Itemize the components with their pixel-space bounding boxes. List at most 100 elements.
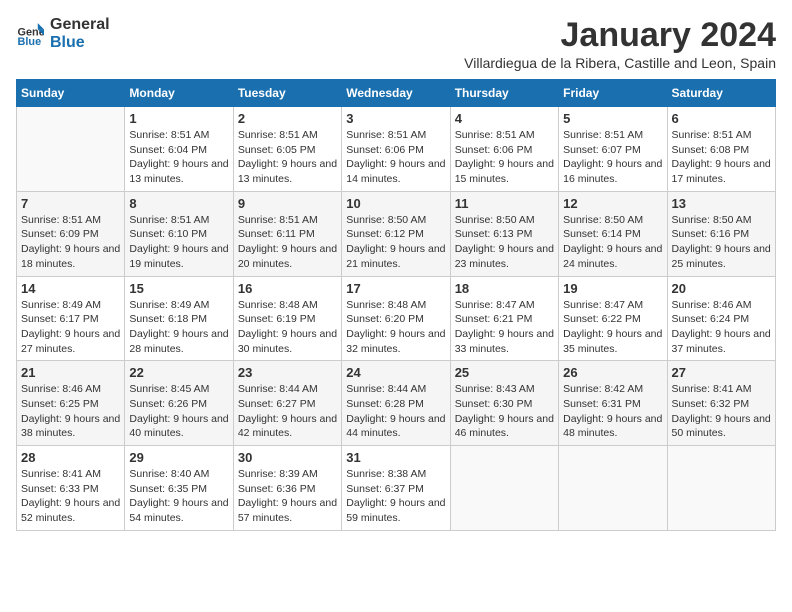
calendar-cell (17, 107, 125, 192)
day-number: 7 (21, 196, 120, 211)
day-info: Sunrise: 8:51 AMSunset: 6:06 PMDaylight:… (346, 128, 445, 187)
month-title: January 2024 (464, 16, 776, 55)
day-number: 8 (129, 196, 228, 211)
day-info: Sunrise: 8:50 AMSunset: 6:16 PMDaylight:… (672, 213, 771, 272)
calendar-cell: 11 Sunrise: 8:50 AMSunset: 6:13 PMDayligh… (450, 191, 558, 276)
calendar-cell: 22 Sunrise: 8:45 AMSunset: 6:26 PMDayligh… (125, 361, 233, 446)
day-number: 3 (346, 111, 445, 126)
day-info: Sunrise: 8:50 AMSunset: 6:13 PMDaylight:… (455, 213, 554, 272)
day-number: 18 (455, 281, 554, 296)
day-number: 16 (238, 281, 337, 296)
calendar-cell: 8Sunrise: 8:51 AMSunset: 6:10 PMDaylight… (125, 191, 233, 276)
week-row-3: 14 Sunrise: 8:49 AMSunset: 6:17 PMDayligh… (17, 276, 776, 361)
logo: General Blue General Blue (16, 16, 110, 51)
calendar-body: 1 Sunrise: 8:51 AMSunset: 6:04 PMDaylight… (17, 107, 776, 531)
title-area: January 2024 Villardiegua de la Ribera, … (464, 16, 776, 71)
col-header-tuesday: Tuesday (233, 80, 341, 107)
day-info: Sunrise: 8:43 AMSunset: 6:30 PMDaylight:… (455, 382, 554, 441)
calendar-cell: 24 Sunrise: 8:44 AMSunset: 6:28 PMDayligh… (342, 361, 450, 446)
day-number: 5 (563, 111, 662, 126)
day-number: 9 (238, 196, 337, 211)
day-info: Sunrise: 8:40 AMSunset: 6:35 PMDaylight:… (129, 467, 228, 526)
calendar-cell: 26 Sunrise: 8:42 AMSunset: 6:31 PMDayligh… (559, 361, 667, 446)
day-info: Sunrise: 8:51 AMSunset: 6:11 PMDaylight:… (238, 213, 337, 272)
logo-icon: General Blue (16, 20, 44, 48)
day-number: 31 (346, 450, 445, 465)
calendar-cell: 18Sunrise: 8:47 AMSunset: 6:21 PMDayligh… (450, 276, 558, 361)
calendar-cell (667, 446, 775, 531)
calendar-cell: 4Sunrise: 8:51 AMSunset: 6:06 PMDaylight… (450, 107, 558, 192)
day-info: Sunrise: 8:41 AMSunset: 6:33 PMDaylight:… (21, 467, 120, 526)
day-info: Sunrise: 8:51 AMSunset: 6:08 PMDaylight:… (672, 128, 771, 187)
day-info: Sunrise: 8:50 AMSunset: 6:14 PMDaylight:… (563, 213, 662, 272)
day-number: 26 (563, 365, 662, 380)
day-info: Sunrise: 8:44 AMSunset: 6:27 PMDaylight:… (238, 382, 337, 441)
day-number: 19 (563, 281, 662, 296)
day-info: Sunrise: 8:45 AMSunset: 6:26 PMDaylight:… (129, 382, 228, 441)
calendar-cell: 27Sunrise: 8:41 AMSunset: 6:32 PMDayligh… (667, 361, 775, 446)
day-number: 24 (346, 365, 445, 380)
week-row-2: 7 Sunrise: 8:51 AMSunset: 6:09 PMDaylight… (17, 191, 776, 276)
subtitle: Villardiegua de la Ribera, Castille and … (464, 55, 776, 71)
day-info: Sunrise: 8:51 AMSunset: 6:06 PMDaylight:… (455, 128, 554, 187)
calendar-header-row: SundayMondayTuesdayWednesdayThursdayFrid… (17, 80, 776, 107)
day-number: 23 (238, 365, 337, 380)
day-number: 20 (672, 281, 771, 296)
day-number: 29 (129, 450, 228, 465)
day-info: Sunrise: 8:48 AMSunset: 6:19 PMDaylight:… (238, 298, 337, 357)
day-info: Sunrise: 8:46 AMSunset: 6:25 PMDaylight:… (21, 382, 120, 441)
calendar-cell: 13 Sunrise: 8:50 AMSunset: 6:16 PMDayligh… (667, 191, 775, 276)
calendar-cell: 28Sunrise: 8:41 AMSunset: 6:33 PMDayligh… (17, 446, 125, 531)
calendar-cell: 23 Sunrise: 8:44 AMSunset: 6:27 PMDayligh… (233, 361, 341, 446)
header: General Blue General Blue January 2024 V… (16, 16, 776, 71)
day-number: 30 (238, 450, 337, 465)
day-info: Sunrise: 8:49 AMSunset: 6:18 PMDaylight:… (129, 298, 228, 357)
day-number: 10 (346, 196, 445, 211)
logo-general: General (50, 16, 110, 34)
day-info: Sunrise: 8:44 AMSunset: 6:28 PMDaylight:… (346, 382, 445, 441)
day-info: Sunrise: 8:41 AMSunset: 6:32 PMDaylight:… (672, 382, 771, 441)
calendar-cell: 17 Sunrise: 8:48 AMSunset: 6:20 PMDayligh… (342, 276, 450, 361)
calendar-cell: 29 Sunrise: 8:40 AMSunset: 6:35 PMDayligh… (125, 446, 233, 531)
calendar-cell: 16 Sunrise: 8:48 AMSunset: 6:19 PMDayligh… (233, 276, 341, 361)
day-info: Sunrise: 8:51 AMSunset: 6:05 PMDaylight:… (238, 128, 337, 187)
week-row-5: 28Sunrise: 8:41 AMSunset: 6:33 PMDayligh… (17, 446, 776, 531)
day-number: 1 (129, 111, 228, 126)
day-number: 11 (455, 196, 554, 211)
calendar-cell: 30Sunrise: 8:39 AMSunset: 6:36 PMDayligh… (233, 446, 341, 531)
calendar-cell: 12 Sunrise: 8:50 AMSunset: 6:14 PMDayligh… (559, 191, 667, 276)
calendar-cell: 5 Sunrise: 8:51 AMSunset: 6:07 PMDaylight… (559, 107, 667, 192)
day-info: Sunrise: 8:46 AMSunset: 6:24 PMDaylight:… (672, 298, 771, 357)
calendar-cell: 10 Sunrise: 8:50 AMSunset: 6:12 PMDayligh… (342, 191, 450, 276)
col-header-sunday: Sunday (17, 80, 125, 107)
col-header-saturday: Saturday (667, 80, 775, 107)
col-header-monday: Monday (125, 80, 233, 107)
day-info: Sunrise: 8:51 AMSunset: 6:07 PMDaylight:… (563, 128, 662, 187)
logo-blue: Blue (50, 34, 110, 52)
calendar-cell: 15 Sunrise: 8:49 AMSunset: 6:18 PMDayligh… (125, 276, 233, 361)
day-number: 21 (21, 365, 120, 380)
week-row-4: 21 Sunrise: 8:46 AMSunset: 6:25 PMDayligh… (17, 361, 776, 446)
calendar-cell: 25Sunrise: 8:43 AMSunset: 6:30 PMDayligh… (450, 361, 558, 446)
day-number: 22 (129, 365, 228, 380)
day-number: 15 (129, 281, 228, 296)
day-number: 6 (672, 111, 771, 126)
calendar-cell (559, 446, 667, 531)
day-number: 13 (672, 196, 771, 211)
day-number: 14 (21, 281, 120, 296)
calendar-cell: 1 Sunrise: 8:51 AMSunset: 6:04 PMDaylight… (125, 107, 233, 192)
day-number: 17 (346, 281, 445, 296)
day-info: Sunrise: 8:51 AMSunset: 6:09 PMDaylight:… (21, 213, 120, 272)
day-info: Sunrise: 8:47 AMSunset: 6:22 PMDaylight:… (563, 298, 662, 357)
calendar-cell: 19 Sunrise: 8:47 AMSunset: 6:22 PMDayligh… (559, 276, 667, 361)
day-info: Sunrise: 8:48 AMSunset: 6:20 PMDaylight:… (346, 298, 445, 357)
day-number: 2 (238, 111, 337, 126)
day-number: 12 (563, 196, 662, 211)
col-header-wednesday: Wednesday (342, 80, 450, 107)
day-info: Sunrise: 8:42 AMSunset: 6:31 PMDaylight:… (563, 382, 662, 441)
calendar-cell: 31Sunrise: 8:38 AMSunset: 6:37 PMDayligh… (342, 446, 450, 531)
day-info: Sunrise: 8:49 AMSunset: 6:17 PMDaylight:… (21, 298, 120, 357)
day-info: Sunrise: 8:51 AMSunset: 6:04 PMDaylight:… (129, 128, 228, 187)
col-header-friday: Friday (559, 80, 667, 107)
day-info: Sunrise: 8:50 AMSunset: 6:12 PMDaylight:… (346, 213, 445, 272)
